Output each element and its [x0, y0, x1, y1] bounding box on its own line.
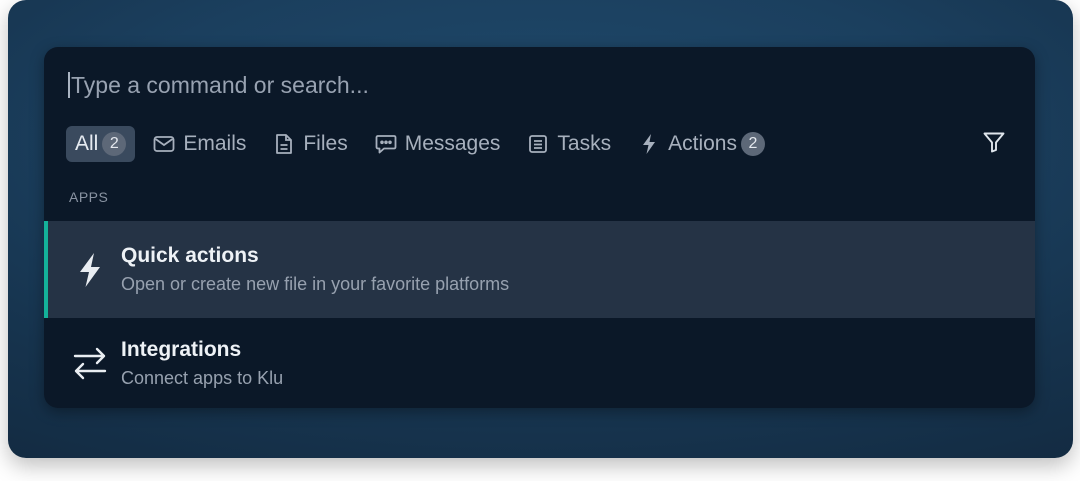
lightning-icon: [73, 251, 107, 289]
list-item-integrations[interactable]: Integrations Connect apps to Klu: [44, 318, 1035, 408]
chat-icon: [375, 133, 397, 155]
item-subtitle: Open or create new file in your favorite…: [121, 274, 510, 294]
funnel-icon: [982, 130, 1006, 159]
window-frame: All 2 Emails: [8, 0, 1073, 458]
section-label-apps: APPS: [69, 189, 109, 205]
tab-tasks[interactable]: Tasks: [518, 126, 620, 162]
item-subtitle: Connect apps to Klu: [121, 367, 284, 388]
text-caret: [68, 72, 70, 98]
search-input[interactable]: [71, 71, 1011, 99]
mail-icon: [153, 133, 175, 155]
arrows-exchange-icon: [73, 344, 107, 382]
list-item-quick-actions[interactable]: Quick actions Open or create new file in…: [44, 221, 1035, 318]
item-title: Quick actions: [121, 244, 259, 267]
file-icon: [273, 133, 295, 155]
tab-emails-label: Emails: [183, 132, 247, 155]
filter-button[interactable]: [981, 131, 1007, 157]
tab-actions-count-badge: 2: [740, 132, 765, 156]
tab-messages-label: Messages: [404, 132, 501, 155]
tab-files[interactable]: Files: [264, 126, 356, 162]
list-icon: [527, 133, 549, 155]
tab-messages[interactable]: Messages: [366, 126, 510, 162]
tab-actions-label: Actions: [668, 132, 737, 155]
lightning-icon: [638, 133, 660, 155]
tab-emails[interactable]: Emails: [144, 126, 255, 162]
tab-all-label: All: [75, 132, 99, 155]
command-palette: All 2 Emails: [44, 47, 1035, 408]
tab-all-count-badge: 2: [102, 132, 127, 156]
tab-actions[interactable]: Actions 2: [629, 126, 774, 162]
tab-all[interactable]: All 2: [66, 126, 136, 162]
tab-files-label: Files: [303, 132, 348, 155]
filter-tabs: All 2 Emails Files Messages Tasks Action…: [66, 126, 783, 162]
item-title: Integrations: [121, 337, 242, 361]
results-list: Quick actions Open or create new file in…: [44, 221, 1035, 408]
search-row: [68, 69, 1011, 101]
tab-tasks-label: Tasks: [557, 132, 612, 155]
